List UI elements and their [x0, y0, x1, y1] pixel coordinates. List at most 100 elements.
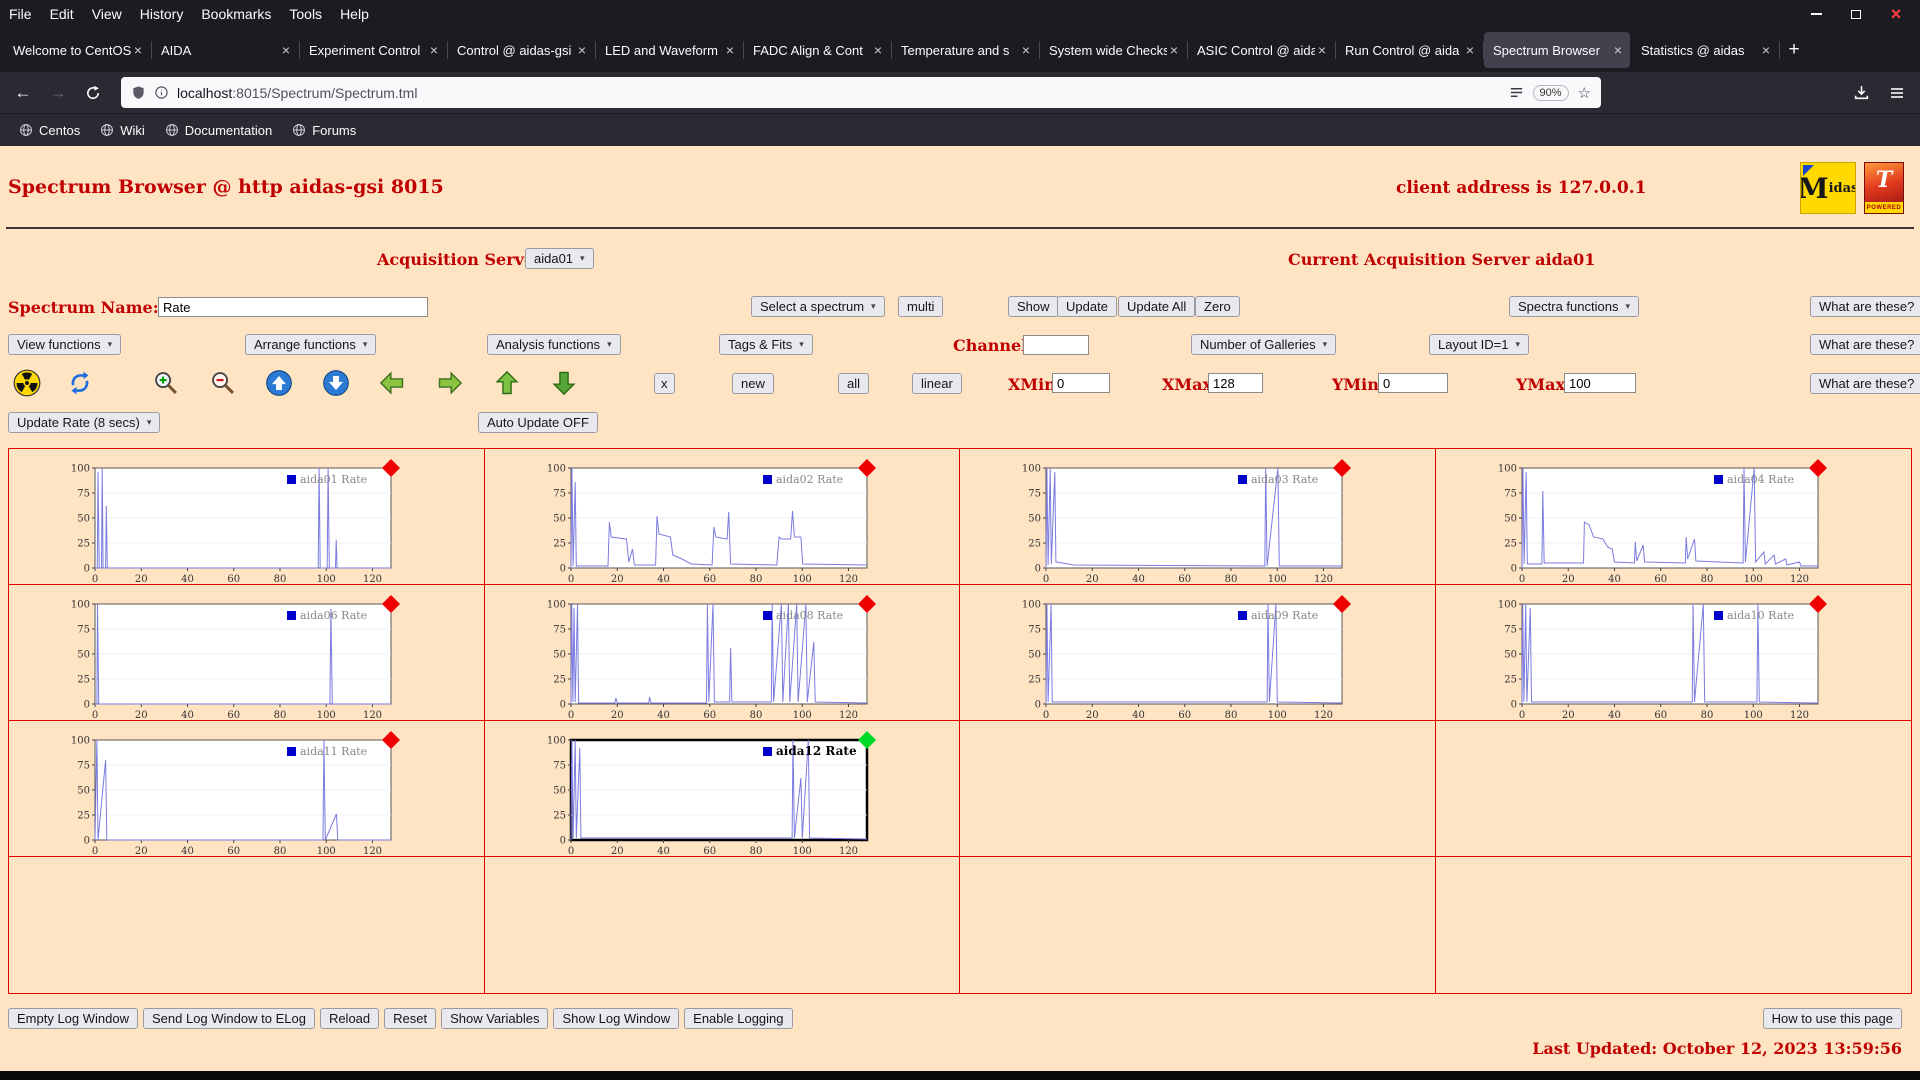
- menu-tools[interactable]: Tools: [280, 0, 331, 28]
- what-are-these-button[interactable]: What are these?: [1810, 334, 1920, 355]
- spectrum-chart-aida09[interactable]: 0 25 50 75 100 0 20 40 60 80 100 120 aida09 Rate: [1010, 592, 1360, 721]
- minimize-button[interactable]: [1808, 6, 1824, 22]
- channel-input[interactable]: [1023, 335, 1089, 355]
- blue-arrow-up-icon[interactable]: [263, 367, 295, 399]
- tab-aida[interactable]: AIDA ×: [152, 32, 300, 68]
- all-button[interactable]: all: [838, 373, 870, 394]
- tab-close-icon[interactable]: ×: [1463, 42, 1477, 58]
- update-rate-select[interactable]: Update Rate (8 secs) ▾: [8, 412, 161, 433]
- bookmark-documentation[interactable]: Documentation: [158, 120, 279, 141]
- menu-help[interactable]: Help: [331, 0, 378, 28]
- back-button[interactable]: ←: [8, 79, 38, 107]
- bookmark-forums[interactable]: Forums: [285, 120, 363, 141]
- spectrum-chart-aida10[interactable]: 0 25 50 75 100 0 20 40 60 80 100 120 aida10 Rate: [1486, 592, 1836, 721]
- close-button[interactable]: ×: [1888, 5, 1904, 23]
- reload-button[interactable]: Reload: [319, 1008, 380, 1029]
- arrow-left-icon[interactable]: [376, 367, 408, 399]
- tab-close-icon[interactable]: ×: [575, 42, 589, 58]
- ymax-input[interactable]: [1564, 373, 1636, 393]
- tab-spectrum-browser[interactable]: Spectrum Browser ×: [1484, 32, 1630, 68]
- tab-close-icon[interactable]: ×: [871, 42, 885, 58]
- zoom-out-icon[interactable]: [207, 367, 239, 399]
- gallery-cell-aida09[interactable]: 0 25 50 75 100 0 20 40 60 80 100 120 aida09 Rate: [960, 585, 1436, 721]
- zoom-indicator[interactable]: 90%: [1532, 84, 1569, 101]
- gallery-cell-aida06[interactable]: 0 25 50 75 100 0 20 40 60 80 100 120 aida06 Rate: [9, 585, 485, 721]
- spectrum-select[interactable]: Select a spectrum ▾: [751, 296, 885, 317]
- spectrum-chart-aida02[interactable]: 0 25 50 75 100 0 20 40 60 80 100 120 aida02 Rate: [535, 456, 885, 585]
- tab-close-icon[interactable]: ×: [1019, 42, 1033, 58]
- update-button[interactable]: Update: [1057, 296, 1117, 317]
- bookmark-wiki[interactable]: Wiki: [93, 120, 152, 141]
- tab-led-and-waveform[interactable]: LED and Waveform ×: [596, 32, 744, 68]
- gallery-cell-aida01[interactable]: 0 25 50 75 100 0 20 40 60 80 100 120 aida01 Rate: [9, 449, 485, 585]
- show-log-window-button[interactable]: Show Log Window: [553, 1008, 680, 1029]
- view-functions-select[interactable]: View functions ▾: [8, 334, 122, 355]
- tab-close-icon[interactable]: ×: [427, 42, 441, 58]
- arrow-right-icon[interactable]: [434, 367, 466, 399]
- show-button[interactable]: Show: [1008, 296, 1059, 317]
- bookmark-centos[interactable]: Centos: [12, 120, 87, 141]
- blue-arrow-down-icon[interactable]: [320, 367, 352, 399]
- show-variables-button[interactable]: Show Variables: [441, 1008, 549, 1029]
- arrow-up-icon[interactable]: [491, 367, 523, 399]
- empty-log-window-button[interactable]: Empty Log Window: [8, 1008, 138, 1029]
- tab-asic-control-aida[interactable]: ASIC Control @ aida ×: [1188, 32, 1336, 68]
- gallery-cell-aida10[interactable]: 0 25 50 75 100 0 20 40 60 80 100 120 aida10 Rate: [1435, 585, 1911, 721]
- save-page-icon[interactable]: [1846, 79, 1876, 107]
- gallery-cell-aida04[interactable]: 0 25 50 75 100 0 20 40 60 80 100 120 aida04 Rate: [1435, 449, 1911, 585]
- reset-button[interactable]: Reset: [384, 1008, 437, 1029]
- tab-experiment-control[interactable]: Experiment Control ×: [300, 32, 448, 68]
- url-bar[interactable]: localhost:8015/Spectrum/Spectrum.tml 90%…: [121, 77, 1601, 108]
- tab-close-icon[interactable]: ×: [1611, 42, 1625, 58]
- site-info-icon[interactable]: [154, 85, 169, 100]
- tab-fadc-align-cont[interactable]: FADC Align & Cont ×: [744, 32, 892, 68]
- spectrum-chart-aida08[interactable]: 0 25 50 75 100 0 20 40 60 80 100 120 aida08 Rate: [535, 592, 885, 721]
- ymin-input[interactable]: [1378, 373, 1448, 393]
- gallery-cell-aida12[interactable]: 0 25 50 75 100 0 20 40 60 80 100 120 aida12 Rate: [484, 721, 960, 857]
- spectrum-chart-aida04[interactable]: 0 25 50 75 100 0 20 40 60 80 100 120 aida04 Rate: [1486, 456, 1836, 585]
- acquisition-server-select[interactable]: aida01 ▾: [525, 248, 594, 269]
- menu-bookmarks[interactable]: Bookmarks: [192, 0, 280, 28]
- tab-temperature-and-s[interactable]: Temperature and s ×: [892, 32, 1040, 68]
- tab-close-icon[interactable]: ×: [723, 42, 737, 58]
- gallery-cell-aida02[interactable]: 0 25 50 75 100 0 20 40 60 80 100 120 aida02 Rate: [484, 449, 960, 585]
- forward-button[interactable]: →: [43, 79, 73, 107]
- new-tab-button[interactable]: +: [1779, 35, 1809, 65]
- what-are-these-button[interactable]: What are these?: [1810, 296, 1920, 317]
- tab-close-icon[interactable]: ×: [1167, 42, 1181, 58]
- tab-close-icon[interactable]: ×: [131, 42, 145, 58]
- spectrum-chart-aida12[interactable]: 0 25 50 75 100 0 20 40 60 80 100 120 aida12 Rate: [535, 728, 885, 857]
- hamburger-menu-icon[interactable]: [1882, 79, 1912, 107]
- galleries-count-select[interactable]: Number of Galleries ▾: [1191, 334, 1337, 355]
- reader-mode-icon[interactable]: [1509, 85, 1524, 100]
- tab-run-control-aida[interactable]: Run Control @ aida ×: [1336, 32, 1484, 68]
- multi-button[interactable]: multi: [898, 296, 944, 317]
- menu-file[interactable]: File: [0, 0, 41, 28]
- tab-close-icon[interactable]: ×: [279, 42, 293, 58]
- how-to-button[interactable]: How to use this page: [1762, 1008, 1902, 1029]
- gallery-cell-aida08[interactable]: 0 25 50 75 100 0 20 40 60 80 100 120 aida08 Rate: [484, 585, 960, 721]
- tab-close-icon[interactable]: ×: [1759, 42, 1773, 58]
- auto-update-button[interactable]: Auto Update OFF: [478, 412, 598, 433]
- what-are-these-button[interactable]: What are these?: [1810, 373, 1920, 394]
- arrange-functions-select[interactable]: Arrange functions ▾: [245, 334, 377, 355]
- zoom-in-icon[interactable]: [150, 367, 182, 399]
- xmin-input[interactable]: [1052, 373, 1110, 393]
- maximize-button[interactable]: [1848, 6, 1864, 22]
- menu-view[interactable]: View: [83, 0, 131, 28]
- arrow-down-icon[interactable]: [548, 367, 580, 399]
- tab-welcome-to-centos[interactable]: Welcome to CentOS ×: [4, 32, 152, 68]
- menu-edit[interactable]: Edit: [41, 0, 83, 28]
- send-log-window-to-elog-button[interactable]: Send Log Window to ELog: [143, 1008, 315, 1029]
- spectrum-chart-aida11[interactable]: 0 25 50 75 100 0 20 40 60 80 100 120 aida11 Rate: [59, 728, 409, 857]
- spectra-functions-select[interactable]: Spectra functions ▾: [1509, 296, 1639, 317]
- radiation-icon[interactable]: [11, 367, 43, 399]
- refresh-icon[interactable]: [64, 367, 96, 399]
- tcl-powered-logo[interactable]: T POWERED: [1864, 162, 1904, 214]
- spectrum-chart-aida06[interactable]: 0 25 50 75 100 0 20 40 60 80 100 120 aida06 Rate: [59, 592, 409, 721]
- tab-close-icon[interactable]: ×: [1315, 42, 1329, 58]
- bookmark-star-icon[interactable]: ☆: [1578, 84, 1591, 102]
- new-button[interactable]: new: [732, 373, 774, 394]
- reload-button[interactable]: [78, 79, 108, 107]
- analysis-functions-select[interactable]: Analysis functions ▾: [487, 334, 621, 355]
